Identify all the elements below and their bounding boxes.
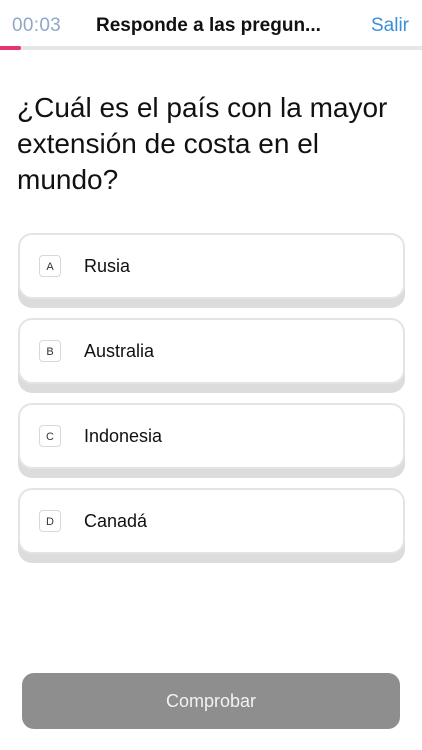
exit-button[interactable]: Salir [371,15,409,37]
answer-option-a[interactable]: A Rusia [18,233,405,308]
timer: 00:03 [12,15,62,36]
option-label: Indonesia [84,426,163,446]
answer-option-d[interactable]: D Canadá [18,488,405,563]
option-letter-badge: D [39,510,61,532]
option-card[interactable]: C Indonesia [18,403,405,469]
question-text: ¿Cuál es el país con la mayor extensión … [17,92,388,195]
progress-bar-fill [0,46,22,50]
screen-title: Responde a las pregun... [96,15,321,36]
option-card[interactable]: B Australia [18,318,405,384]
option-label: Australia [84,341,155,361]
answer-option-c[interactable]: C Indonesia [18,403,405,478]
answer-option-b[interactable]: B Australia [18,318,405,393]
option-letter-badge: B [39,340,61,362]
option-letter-badge: A [39,255,61,277]
top-bar: 00:03 Responde a las pregun... Salir [0,0,422,46]
answer-options: A Rusia B Australia C Indonesia D Canadá [18,233,405,573]
check-answer-button[interactable]: Comprobar [22,673,400,729]
option-label: Rusia [84,256,131,276]
option-card[interactable]: A Rusia [18,233,405,299]
option-label: Canadá [84,511,148,531]
progress-bar [0,46,422,50]
option-letter-badge: C [39,425,61,447]
option-card[interactable]: D Canadá [18,488,405,554]
